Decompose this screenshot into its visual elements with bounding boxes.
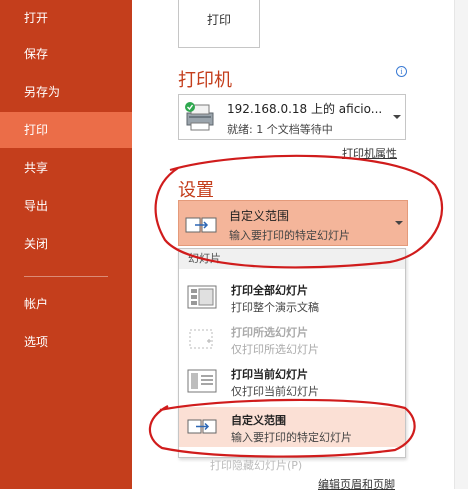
printer-section-title: 打印机 [178,70,232,91]
option-print-all[interactable]: 打印全部幻灯片 打印整个演示文稿 [179,277,405,317]
selected-range-subtitle: 输入要打印的特定幻灯片 [229,229,350,242]
option-custom-range[interactable]: 自定义范围 输入要打印的特定幻灯片 [179,407,405,447]
nav-separator [24,276,108,277]
nav-print[interactable]: 打印 [0,112,132,148]
nav-export[interactable]: 导出 [0,188,132,224]
option-print-current[interactable]: 打印当前幻灯片 仅打印当前幻灯片 [179,361,405,401]
nav-save-as[interactable]: 另存为 [0,74,132,110]
chevron-down-icon [395,221,403,225]
print-button-label: 打印 [206,13,231,27]
nav-share[interactable]: 共享 [0,150,132,186]
option-subtitle: 仅打印当前幻灯片 [231,385,319,398]
option-title: 打印所选幻灯片 [231,326,308,339]
printer-status: 就绪: 1 个文档等待中 [227,123,333,136]
all-slides-icon [187,285,217,309]
info-icon[interactable]: i [396,66,407,77]
settings-section-title: 设置 [178,180,214,201]
option-print-selected: 打印所选幻灯片 仅打印所选幻灯片 [179,319,405,359]
printer-name: 192.168.0.18 上的 aficio... [227,102,383,116]
chevron-down-icon [393,115,401,119]
slide-range-select[interactable]: 自定义范围 输入要打印的特定幻灯片 [178,200,408,246]
nav-open[interactable]: 打开 [0,0,132,36]
edit-header-footer-link[interactable]: 编辑页眉和页脚 [318,476,395,492]
nav-account[interactable]: 帐户 [0,286,132,322]
dropdown-header: 幻灯片 [179,249,405,269]
printer-select[interactable]: 192.168.0.18 上的 aficio... 就绪: 1 个文档等待中 [178,94,406,140]
custom-range-icon [187,419,217,434]
nav-options[interactable]: 选项 [0,324,132,360]
printer-properties-link[interactable]: 打印机属性 [342,145,397,161]
option-subtitle: 仅打印所选幻灯片 [231,343,319,356]
selected-slides-icon [189,329,213,349]
printer-icon [185,102,214,131]
nav-close[interactable]: 关闭 [0,226,132,262]
option-title: 打印当前幻灯片 [231,368,308,381]
selected-range-title: 自定义范围 [229,209,290,223]
nav-save[interactable]: 保存 [0,36,132,72]
backstage-sidebar: 打开 保存 另存为 打印 共享 导出 关闭 帐户 选项 [0,0,132,489]
option-title: 自定义范围 [231,414,286,427]
slide-range-dropdown: 幻灯片 打印全部幻灯片 打印整个演示文稿 打印所选幻灯片 仅打印所选幻灯片 打印… [178,248,406,458]
print-hidden-slides-option[interactable]: 打印隐藏幻灯片(P) [210,457,302,473]
print-button[interactable]: 打印 [178,0,260,48]
custom-range-icon [185,217,217,233]
option-subtitle: 打印整个演示文稿 [231,301,319,314]
scrollbar[interactable] [454,0,468,489]
option-title: 打印全部幻灯片 [231,284,308,297]
current-slide-icon [187,369,217,393]
option-subtitle: 输入要打印的特定幻灯片 [231,431,352,444]
print-pane: 打印 打印机 i 192.168.0.18 上的 aficio... 就绪: 1… [132,0,468,492]
